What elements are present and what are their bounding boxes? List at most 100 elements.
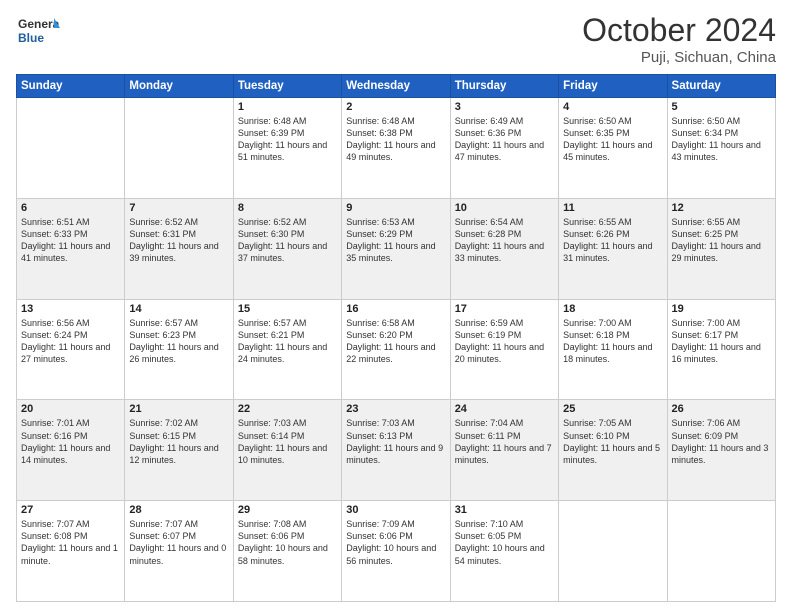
day-info: Sunrise: 6:54 AMSunset: 6:28 PMDaylight:… (455, 217, 544, 263)
day-info: Sunrise: 6:59 AMSunset: 6:19 PMDaylight:… (455, 318, 544, 364)
day-number: 9 (346, 202, 445, 214)
calendar-cell: 25 Sunrise: 7:05 AMSunset: 6:10 PMDaylig… (559, 400, 667, 501)
day-info: Sunrise: 6:57 AMSunset: 6:23 PMDaylight:… (129, 318, 218, 364)
day-number: 18 (563, 303, 662, 315)
calendar-cell: 23 Sunrise: 7:03 AMSunset: 6:13 PMDaylig… (342, 400, 450, 501)
calendar-cell: 4 Sunrise: 6:50 AMSunset: 6:35 PMDayligh… (559, 98, 667, 199)
day-info: Sunrise: 7:00 AMSunset: 6:17 PMDaylight:… (672, 318, 761, 364)
day-number: 31 (455, 504, 554, 516)
calendar-cell: 15 Sunrise: 6:57 AMSunset: 6:21 PMDaylig… (233, 299, 341, 400)
day-info: Sunrise: 7:08 AMSunset: 6:06 PMDaylight:… (238, 519, 328, 565)
calendar-cell (125, 98, 233, 199)
title-block: October 2024 Puji, Sichuan, China (582, 12, 776, 66)
header-saturday: Saturday (667, 75, 775, 98)
calendar-cell: 17 Sunrise: 6:59 AMSunset: 6:19 PMDaylig… (450, 299, 558, 400)
header-tuesday: Tuesday (233, 75, 341, 98)
day-number: 12 (672, 202, 771, 214)
svg-text:Blue: Blue (18, 31, 44, 45)
calendar-week-row: 1 Sunrise: 6:48 AMSunset: 6:39 PMDayligh… (17, 98, 776, 199)
day-info: Sunrise: 6:51 AMSunset: 6:33 PMDaylight:… (21, 217, 110, 263)
header-thursday: Thursday (450, 75, 558, 98)
day-number: 23 (346, 403, 445, 415)
day-number: 4 (563, 101, 662, 113)
calendar-cell: 5 Sunrise: 6:50 AMSunset: 6:34 PMDayligh… (667, 98, 775, 199)
day-number: 10 (455, 202, 554, 214)
day-info: Sunrise: 6:58 AMSunset: 6:20 PMDaylight:… (346, 318, 435, 364)
day-info: Sunrise: 7:00 AMSunset: 6:18 PMDaylight:… (563, 318, 652, 364)
calendar-cell: 27 Sunrise: 7:07 AMSunset: 6:08 PMDaylig… (17, 501, 125, 602)
calendar-cell: 21 Sunrise: 7:02 AMSunset: 6:15 PMDaylig… (125, 400, 233, 501)
header-wednesday: Wednesday (342, 75, 450, 98)
day-number: 15 (238, 303, 337, 315)
header-monday: Monday (125, 75, 233, 98)
day-number: 2 (346, 101, 445, 113)
day-number: 8 (238, 202, 337, 214)
header: General Blue October 2024 Puji, Sichuan,… (16, 12, 776, 66)
calendar-cell (667, 501, 775, 602)
calendar-cell: 18 Sunrise: 7:00 AMSunset: 6:18 PMDaylig… (559, 299, 667, 400)
day-number: 13 (21, 303, 120, 315)
day-info: Sunrise: 7:06 AMSunset: 6:09 PMDaylight:… (672, 418, 769, 464)
calendar-cell: 14 Sunrise: 6:57 AMSunset: 6:23 PMDaylig… (125, 299, 233, 400)
header-sunday: Sunday (17, 75, 125, 98)
calendar-cell: 22 Sunrise: 7:03 AMSunset: 6:14 PMDaylig… (233, 400, 341, 501)
day-number: 26 (672, 403, 771, 415)
location: Puji, Sichuan, China (582, 49, 776, 66)
calendar-cell: 6 Sunrise: 6:51 AMSunset: 6:33 PMDayligh… (17, 198, 125, 299)
calendar-cell: 3 Sunrise: 6:49 AMSunset: 6:36 PMDayligh… (450, 98, 558, 199)
day-info: Sunrise: 6:50 AMSunset: 6:35 PMDaylight:… (563, 116, 652, 162)
page: General Blue October 2024 Puji, Sichuan,… (0, 0, 792, 612)
calendar-cell: 9 Sunrise: 6:53 AMSunset: 6:29 PMDayligh… (342, 198, 450, 299)
day-info: Sunrise: 7:07 AMSunset: 6:07 PMDaylight:… (129, 519, 226, 565)
calendar-cell: 1 Sunrise: 6:48 AMSunset: 6:39 PMDayligh… (233, 98, 341, 199)
calendar-table: Sunday Monday Tuesday Wednesday Thursday… (16, 74, 776, 602)
day-info: Sunrise: 6:48 AMSunset: 6:38 PMDaylight:… (346, 116, 435, 162)
day-info: Sunrise: 6:52 AMSunset: 6:30 PMDaylight:… (238, 217, 327, 263)
day-info: Sunrise: 6:50 AMSunset: 6:34 PMDaylight:… (672, 116, 761, 162)
day-number: 22 (238, 403, 337, 415)
day-number: 28 (129, 504, 228, 516)
day-number: 14 (129, 303, 228, 315)
logo: General Blue (16, 12, 60, 56)
calendar-week-row: 27 Sunrise: 7:07 AMSunset: 6:08 PMDaylig… (17, 501, 776, 602)
calendar-cell: 26 Sunrise: 7:06 AMSunset: 6:09 PMDaylig… (667, 400, 775, 501)
calendar-week-row: 6 Sunrise: 6:51 AMSunset: 6:33 PMDayligh… (17, 198, 776, 299)
day-info: Sunrise: 7:04 AMSunset: 6:11 PMDaylight:… (455, 418, 552, 464)
calendar-cell: 7 Sunrise: 6:52 AMSunset: 6:31 PMDayligh… (125, 198, 233, 299)
calendar-week-row: 20 Sunrise: 7:01 AMSunset: 6:16 PMDaylig… (17, 400, 776, 501)
day-info: Sunrise: 6:57 AMSunset: 6:21 PMDaylight:… (238, 318, 327, 364)
day-number: 1 (238, 101, 337, 113)
day-info: Sunrise: 6:53 AMSunset: 6:29 PMDaylight:… (346, 217, 435, 263)
calendar-cell: 8 Sunrise: 6:52 AMSunset: 6:30 PMDayligh… (233, 198, 341, 299)
day-info: Sunrise: 7:07 AMSunset: 6:08 PMDaylight:… (21, 519, 118, 565)
day-number: 17 (455, 303, 554, 315)
calendar-cell (17, 98, 125, 199)
month-title: October 2024 (582, 12, 776, 49)
calendar-week-row: 13 Sunrise: 6:56 AMSunset: 6:24 PMDaylig… (17, 299, 776, 400)
day-info: Sunrise: 7:01 AMSunset: 6:16 PMDaylight:… (21, 418, 110, 464)
day-number: 30 (346, 504, 445, 516)
calendar-cell: 12 Sunrise: 6:55 AMSunset: 6:25 PMDaylig… (667, 198, 775, 299)
day-info: Sunrise: 7:02 AMSunset: 6:15 PMDaylight:… (129, 418, 218, 464)
day-info: Sunrise: 6:55 AMSunset: 6:25 PMDaylight:… (672, 217, 761, 263)
calendar-cell: 20 Sunrise: 7:01 AMSunset: 6:16 PMDaylig… (17, 400, 125, 501)
day-info: Sunrise: 7:03 AMSunset: 6:14 PMDaylight:… (238, 418, 327, 464)
calendar-cell: 13 Sunrise: 6:56 AMSunset: 6:24 PMDaylig… (17, 299, 125, 400)
calendar-cell: 11 Sunrise: 6:55 AMSunset: 6:26 PMDaylig… (559, 198, 667, 299)
calendar-cell: 24 Sunrise: 7:04 AMSunset: 6:11 PMDaylig… (450, 400, 558, 501)
day-info: Sunrise: 6:56 AMSunset: 6:24 PMDaylight:… (21, 318, 110, 364)
day-info: Sunrise: 6:48 AMSunset: 6:39 PMDaylight:… (238, 116, 327, 162)
day-number: 19 (672, 303, 771, 315)
calendar-header-row: Sunday Monday Tuesday Wednesday Thursday… (17, 75, 776, 98)
day-number: 5 (672, 101, 771, 113)
day-number: 11 (563, 202, 662, 214)
day-number: 6 (21, 202, 120, 214)
calendar-cell: 31 Sunrise: 7:10 AMSunset: 6:05 PMDaylig… (450, 501, 558, 602)
calendar-cell: 29 Sunrise: 7:08 AMSunset: 6:06 PMDaylig… (233, 501, 341, 602)
calendar-cell: 2 Sunrise: 6:48 AMSunset: 6:38 PMDayligh… (342, 98, 450, 199)
day-info: Sunrise: 7:03 AMSunset: 6:13 PMDaylight:… (346, 418, 443, 464)
day-number: 29 (238, 504, 337, 516)
day-info: Sunrise: 7:09 AMSunset: 6:06 PMDaylight:… (346, 519, 436, 565)
day-info: Sunrise: 7:10 AMSunset: 6:05 PMDaylight:… (455, 519, 545, 565)
day-info: Sunrise: 7:05 AMSunset: 6:10 PMDaylight:… (563, 418, 660, 464)
